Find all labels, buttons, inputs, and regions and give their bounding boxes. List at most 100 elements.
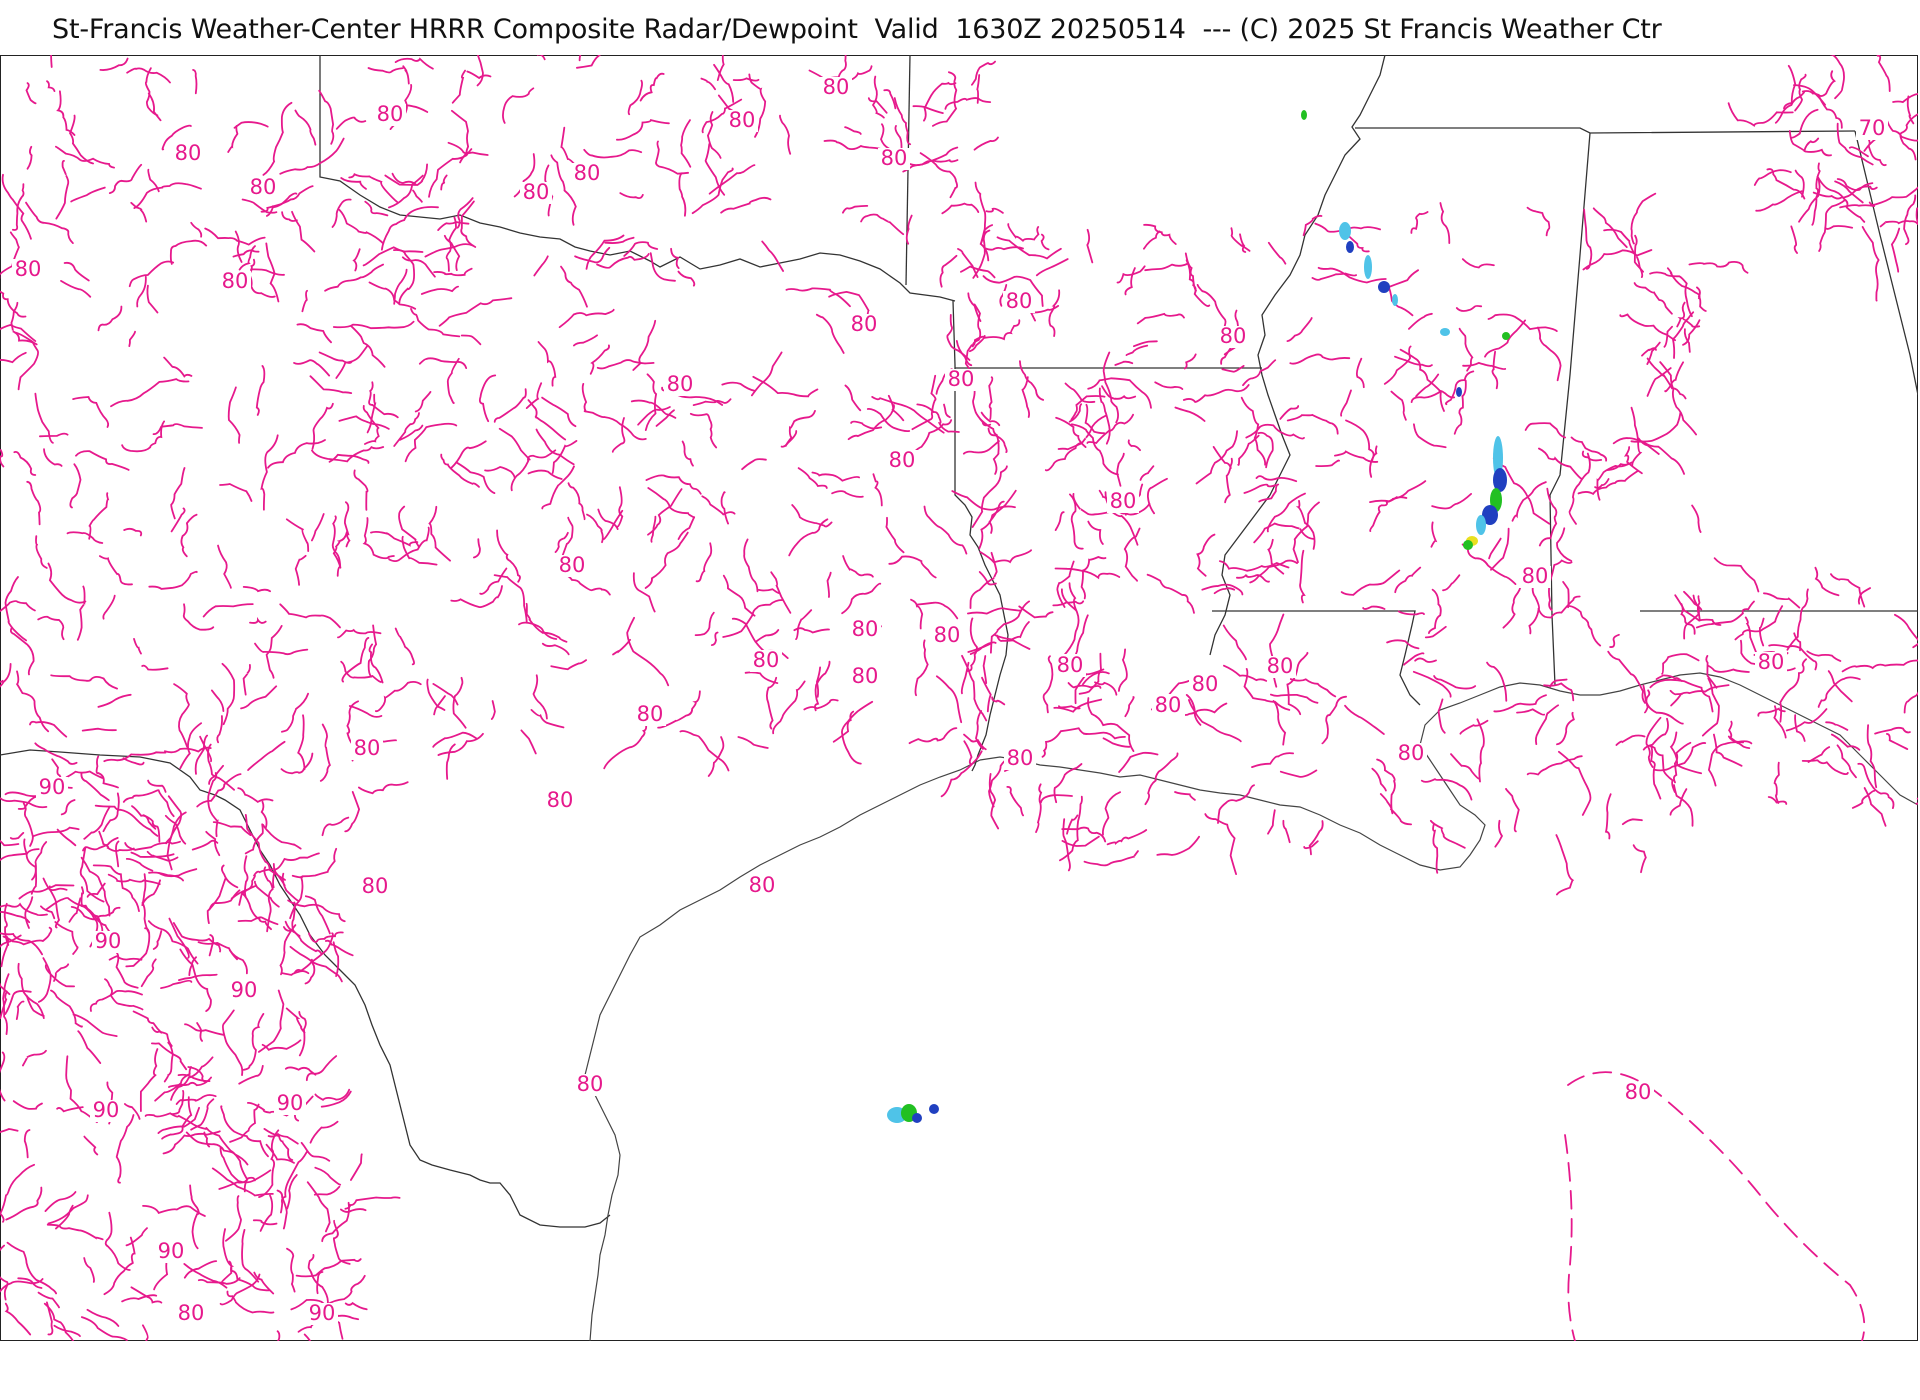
dewpoint-contour xyxy=(860,213,905,236)
dewpoint-contour xyxy=(1744,616,1758,654)
dewpoint-contour xyxy=(23,1129,31,1159)
dewpoint-contour xyxy=(983,246,1024,251)
dewpoint-contour xyxy=(6,1241,57,1295)
dewpoint-contour xyxy=(1583,208,1593,270)
dewpoint-contour xyxy=(272,852,320,889)
dewpoint-contour xyxy=(479,567,508,595)
dewpoint-contour xyxy=(0,351,27,364)
dewpoint-contour xyxy=(50,989,83,1028)
dewpoint-contour xyxy=(1841,659,1918,673)
contour-label: 80 xyxy=(749,873,776,897)
dewpoint-contour xyxy=(596,359,655,370)
dewpoint-contour xyxy=(190,221,203,238)
dewpoint-contour xyxy=(80,772,110,802)
dewpoint-contour xyxy=(867,97,888,114)
dewpoint-contour xyxy=(418,357,468,369)
dewpoint-contour xyxy=(525,602,568,643)
dewpoint-contour xyxy=(401,256,436,278)
dewpoint-contour xyxy=(1054,511,1065,531)
dewpoint-contour xyxy=(47,562,87,604)
radar-echo xyxy=(1440,328,1450,336)
dewpoint-contour xyxy=(883,89,897,110)
dewpoint-contour xyxy=(722,574,756,617)
dewpoint-contour xyxy=(319,723,331,782)
dewpoint-contour xyxy=(1146,573,1195,614)
dewpoint-contour xyxy=(4,1302,32,1336)
dewpoint-contour xyxy=(1915,802,1918,805)
dewpoint-contour xyxy=(1094,681,1118,696)
dewpoint-contour xyxy=(242,664,251,696)
contour-label: 80 xyxy=(851,312,878,336)
dewpoint-contour xyxy=(1450,753,1481,780)
dewpoint-contour xyxy=(1087,377,1152,409)
dewpoint-contour xyxy=(831,490,864,498)
contour-label: 80 xyxy=(1522,564,1549,588)
dewpoint-contour xyxy=(537,341,557,387)
dewpoint-contour xyxy=(296,323,332,344)
dewpoint-contour xyxy=(793,627,830,634)
dewpoint-contour xyxy=(1664,361,1684,393)
dewpoint-contour xyxy=(554,531,569,553)
dewpoint-radar-map: 80 80 80 80 80 80 80 80 80 80 80 80 80 80 80 80 80 80 80 80… xyxy=(0,55,1918,1341)
dewpoint-contour xyxy=(341,637,370,683)
dewpoint-contour xyxy=(130,1286,163,1304)
dewpoint-contour xyxy=(1646,357,1687,400)
dewpoint-contour xyxy=(5,1186,43,1221)
dewpoint-contour xyxy=(780,430,798,448)
dewpoint-contour xyxy=(979,549,1032,564)
dewpoint-contour xyxy=(285,1007,306,1034)
dewpoint-contour xyxy=(1242,359,1277,387)
dewpoint-contour xyxy=(401,535,438,566)
dewpoint-contour xyxy=(619,192,644,199)
dewpoint-contour xyxy=(1555,834,1575,896)
dewpoint-contour xyxy=(54,921,79,955)
dewpoint-contour xyxy=(248,258,276,298)
dewpoint-contour xyxy=(35,535,48,569)
dewpoint-contour xyxy=(350,1153,363,1181)
dewpoint-contour xyxy=(476,55,484,87)
dewpoint-contour xyxy=(227,386,241,444)
dewpoint-contour xyxy=(1861,226,1880,302)
dewpoint-contour xyxy=(216,715,223,744)
dewpoint-contour xyxy=(440,174,448,191)
dewpoint-contour xyxy=(276,1330,281,1341)
radar-echo xyxy=(1463,540,1473,550)
dewpoint-contour xyxy=(647,487,695,519)
radar-echo xyxy=(1476,515,1486,535)
dewpoint-contour xyxy=(1562,581,1570,609)
dewpoint-contour xyxy=(1144,262,1189,272)
dewpoint-contour xyxy=(1830,55,1845,100)
dewpoint-contour xyxy=(262,101,293,176)
dewpoint-contour xyxy=(335,345,369,379)
dewpoint-contour xyxy=(283,926,323,955)
dewpoint-contour xyxy=(1556,711,1575,746)
dewpoint-contour xyxy=(43,448,63,467)
dewpoint-contour xyxy=(844,126,862,135)
dewpoint-contour xyxy=(50,55,53,68)
radar-echo xyxy=(929,1104,939,1114)
dewpoint-contour xyxy=(227,125,239,153)
dewpoint-contour xyxy=(353,469,369,511)
radar-echoes xyxy=(887,110,1510,1123)
dewpoint-contour xyxy=(1458,327,1474,372)
dewpoint-contour xyxy=(1502,578,1522,629)
dewpoint-contour xyxy=(301,289,308,313)
dewpoint-contour xyxy=(1437,698,1446,734)
dewpoint-contour xyxy=(338,415,390,430)
dewpoint-contour xyxy=(1825,721,1849,731)
dewpoint-contour xyxy=(221,662,236,726)
dewpoint-contour xyxy=(1054,567,1121,580)
dewpoint-contour xyxy=(123,527,143,537)
dewpoint-contour xyxy=(437,732,484,756)
contour-label: 90 xyxy=(39,775,66,799)
dewpoint-contour xyxy=(332,1219,351,1265)
dewpoint-contour xyxy=(443,234,461,271)
dewpoint-contour xyxy=(309,1120,339,1144)
dewpoint-contour xyxy=(1803,137,1820,152)
dewpoint-contour xyxy=(797,467,828,489)
dewpoint-contour xyxy=(12,1100,43,1110)
dewpoint-contour xyxy=(1868,186,1918,206)
dewpoint-contour xyxy=(1649,678,1714,713)
dewpoint-contour xyxy=(1755,190,1803,212)
dewpoint-contour xyxy=(560,265,588,308)
